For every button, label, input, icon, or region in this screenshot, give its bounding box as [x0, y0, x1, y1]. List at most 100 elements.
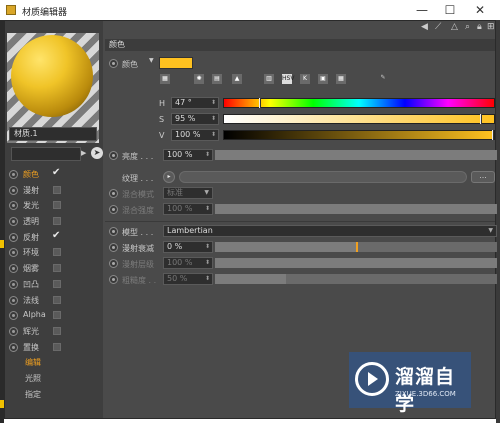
channel-bump[interactable]: 凹凸 [7, 277, 101, 293]
spin-arrows[interactable]: ⬍ [205, 204, 210, 214]
diffuse-level-slider[interactable] [215, 258, 497, 268]
channel-checkbox[interactable] [53, 217, 61, 226]
diffuse-falloff-field[interactable]: 0 % ⬍ [163, 241, 213, 253]
brightness-slider[interactable] [215, 150, 497, 160]
mix-strength-field[interactable]: 100 % ⬍ [163, 203, 213, 215]
model-radio[interactable] [109, 227, 118, 236]
diffuse-level-field[interactable]: 100 % ⬍ [163, 257, 213, 269]
up-arrow-icon[interactable]: △ [451, 22, 458, 32]
rgb-mode-icon[interactable]: ▥ [263, 73, 275, 85]
saturation-knob[interactable] [480, 114, 482, 124]
channel-radio[interactable] [9, 311, 18, 321]
slider-marker[interactable] [356, 242, 358, 252]
play-arrow-icon[interactable]: ▶ [81, 149, 87, 159]
channel-fog[interactable]: 烟雾 [7, 261, 101, 277]
mix-mode-radio[interactable] [109, 189, 118, 198]
channel-radio[interactable] [9, 326, 18, 336]
roughness-radio[interactable] [109, 275, 118, 284]
value-slider[interactable] [223, 130, 495, 140]
channel-checkbox[interactable] [53, 185, 61, 194]
color-swatch[interactable] [159, 57, 193, 69]
close-button[interactable]: ✕ [470, 2, 490, 18]
swatches-icon[interactable]: ▦ [335, 73, 347, 85]
hsv-mode-icon[interactable]: HSV [281, 73, 294, 85]
texture-browse-button[interactable]: ... [471, 171, 495, 183]
search-icon[interactable]: ⌕ [465, 22, 470, 32]
maximize-button[interactable]: ☐ [440, 2, 460, 18]
channel-environment[interactable]: 环境 [7, 245, 101, 261]
eyedropper-icon[interactable]: ✎ [377, 73, 389, 85]
minimize-button[interactable]: — [412, 2, 432, 18]
spin-arrows[interactable]: ⬍ [205, 150, 210, 160]
diffuse-falloff-radio[interactable] [109, 243, 118, 252]
hue-field[interactable]: 47 ° ⬍ [171, 97, 219, 109]
mix-strength-radio[interactable] [109, 205, 118, 214]
channel-checkbox[interactable] [53, 264, 61, 273]
channel-radio[interactable] [9, 264, 18, 274]
diffuse-level-radio[interactable] [109, 259, 118, 268]
channel-radio[interactable] [9, 295, 18, 305]
roughness-slider[interactable] [215, 274, 497, 284]
texture-arrow-icon[interactable]: ▸ [163, 171, 175, 183]
model-dropdown[interactable]: Lambertian ▼ [163, 225, 497, 237]
hue-slider[interactable] [223, 98, 495, 108]
lock-icon[interactable]: 🔒︎ [477, 22, 482, 32]
channel-alpha[interactable]: Alpha [7, 308, 101, 324]
channel-radio[interactable] [9, 201, 18, 211]
back-arrow-icon[interactable]: ◀ [421, 22, 428, 32]
subitem-assign[interactable]: 指定 [7, 387, 101, 403]
new-panel-icon[interactable]: ⊞ [487, 22, 495, 32]
spin-arrows[interactable]: ⬍ [205, 242, 210, 252]
material-name-field[interactable]: 材质.1 [9, 127, 97, 141]
spin-arrows[interactable]: ⬍ [211, 98, 216, 108]
channel-checkbox[interactable] [53, 201, 61, 210]
channel-luminance[interactable]: 发光 [7, 198, 101, 214]
hue-knob[interactable] [259, 98, 261, 108]
channel-transparency[interactable]: 透明 [7, 214, 101, 230]
color-wheel-icon[interactable]: ▦ [159, 73, 171, 85]
spin-arrows[interactable]: ⬍ [205, 274, 210, 284]
saturation-slider[interactable] [223, 114, 495, 124]
subitem-illumination[interactable]: 光照 [7, 371, 101, 387]
channel-normal[interactable]: 法线 [7, 293, 101, 309]
preview-dropdown[interactable] [11, 147, 81, 161]
brightness-field[interactable]: 100 % ⬍ [163, 149, 213, 161]
channel-displacement[interactable]: 置换 [7, 340, 101, 356]
history-icon[interactable]: ⟋ [435, 22, 441, 32]
spectrum-icon[interactable]: ✺ [193, 73, 205, 85]
mixer-icon[interactable]: ▣ [317, 73, 329, 85]
channel-radio[interactable] [9, 232, 18, 242]
channel-checkbox[interactable] [53, 311, 61, 320]
brightness-radio[interactable] [109, 151, 118, 160]
channel-check-icon[interactable]: ✔ [52, 230, 60, 241]
channel-radio[interactable] [9, 279, 18, 289]
channel-radio[interactable] [9, 342, 18, 352]
picture-icon[interactable]: ▤ [211, 73, 223, 85]
channel-checkbox[interactable] [53, 248, 61, 257]
channel-radio[interactable] [9, 217, 18, 227]
color-radio[interactable] [109, 59, 118, 68]
channel-diffuse[interactable]: 漫射 [7, 183, 101, 199]
saturation-field[interactable]: 95 % ⬍ [171, 113, 219, 125]
value-field[interactable]: 100 % ⬍ [171, 129, 219, 141]
material-preview[interactable] [11, 35, 93, 117]
channel-checkbox[interactable] [53, 295, 61, 304]
pointer-icon[interactable]: ➤ [91, 147, 103, 159]
mix-strength-slider[interactable] [215, 204, 497, 214]
channel-reflectance[interactable]: 反射 ✔ [7, 230, 101, 246]
roughness-field[interactable]: 50 % ⬍ [163, 273, 213, 285]
value-knob[interactable] [492, 130, 494, 140]
channel-radio[interactable] [9, 185, 18, 195]
subitem-editor[interactable]: 编辑 [7, 355, 101, 371]
image-icon[interactable]: ▲ [231, 73, 243, 85]
swatch-arrow-icon[interactable]: ▼ [149, 57, 154, 64]
channel-color[interactable]: 颜色 ✔ [7, 167, 101, 183]
spin-arrows[interactable]: ⬍ [205, 258, 210, 268]
spin-arrows[interactable]: ⬍ [211, 130, 216, 140]
mix-mode-dropdown[interactable]: 标准 ▼ [163, 187, 213, 199]
diffuse-falloff-slider[interactable] [215, 242, 497, 252]
channel-radio[interactable] [9, 248, 18, 258]
channel-glow[interactable]: 辉光 [7, 324, 101, 340]
channel-checkbox[interactable] [53, 279, 61, 288]
spin-arrows[interactable]: ⬍ [211, 114, 216, 124]
